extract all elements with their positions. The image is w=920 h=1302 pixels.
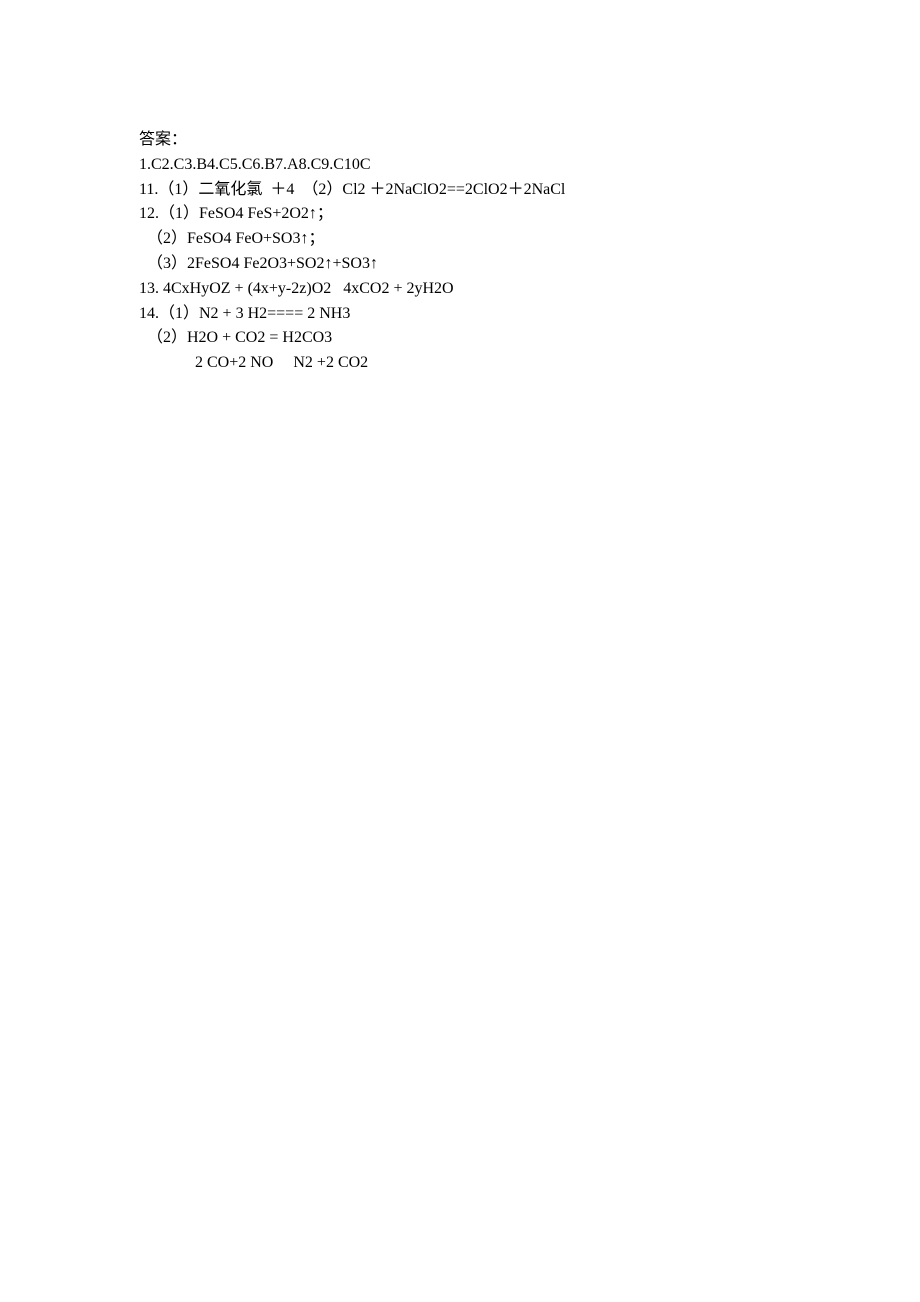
answer-line-13: 13. 4CxHyOZ + (4x+y-2z)O2 4xCO2 + 2yH2O — [139, 277, 799, 302]
answer-line-14-2b: 2 CO+2 NO N2 +2 CO2 — [139, 351, 799, 376]
answer-line-12-3: （3）2FeSO4 Fe2O3+SO2↑+SO3↑ — [139, 252, 799, 277]
answer-line-12-2: （2）FeSO4 FeO+SO3↑； — [139, 227, 799, 252]
header-label: 答案： — [139, 128, 799, 153]
answer-line-14-2a: （2）H2O + CO2 = H2CO3 — [139, 326, 799, 351]
answer-line-11: 11.（1）二氧化氯 ＋4 （2）Cl2 ＋2NaClO2==2ClO2＋2Na… — [139, 178, 799, 203]
answer-line-1: 1.C2.C3.B4.C5.C6.B7.A8.C9.C10C — [139, 153, 799, 178]
answer-line-12-1: 12.（1）FeSO4 FeS+2O2↑； — [139, 202, 799, 227]
answer-sheet: 答案： 1.C2.C3.B4.C5.C6.B7.A8.C9.C10C 11.（1… — [0, 0, 799, 376]
answer-line-14-1: 14.（1）N2 + 3 H2==== 2 NH3 — [139, 302, 799, 327]
